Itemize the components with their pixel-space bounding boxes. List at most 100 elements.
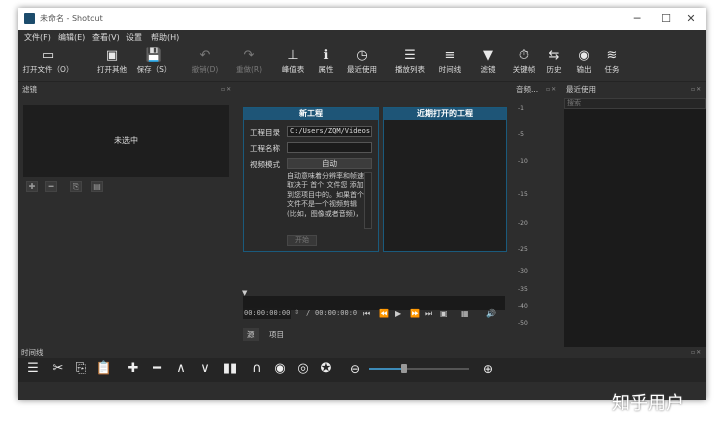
filter-list[interactable]: 未选中 [23,105,229,177]
menu-view[interactable]: 查看(V) [92,32,120,43]
skip-next-icon[interactable]: ⏭ [425,309,432,319]
filters-panel-title: 滤镜 [22,85,37,94]
ripple-all-icon[interactable]: ✪ [316,359,336,379]
add-filter-button[interactable]: ✚ [26,181,38,192]
timeline-zoom-handle[interactable] [401,364,407,373]
toolbar-button[interactable]: ☰ 播放列表 [390,46,430,80]
toolbar-button-label: 撤销(D) [191,65,219,74]
current-timecode[interactable]: 00:00:00:00 [243,308,291,319]
zoom-icon[interactable]: ▣ [440,309,448,318]
timecode-spinner-icon[interactable]: ⇕ [294,309,299,316]
copy-filter-button[interactable]: ⎘ [70,181,82,192]
toolbar-button-label: 保存（S） [136,65,172,74]
skip-previous-icon[interactable]: ⏮ [363,309,370,319]
toolbar-button[interactable]: ▼ 滤镜 [474,46,502,80]
snap-icon[interactable]: ∩ [247,359,267,379]
toolbar-button[interactable]: 💾 保存（S） [134,46,174,80]
new-project-panel: 新工程 工程目录 C:/Users/ZQM/Videos 工程名称 视频模式 自… [243,107,379,252]
toolbar-button-label: 峰值表 [281,65,305,74]
toolbar-button-label: 关键帧 [512,65,536,74]
toolbar-button[interactable]: ▭ 打开文件（O） [22,46,74,80]
recent-list[interactable] [564,109,706,347]
timeline-panel-title: 时间线 [21,348,44,357]
window-title: 未命名 - Shotcut [40,14,103,23]
fast-forward-icon[interactable]: ⏩ [410,309,420,318]
copy-icon[interactable]: ⎘ [71,359,91,379]
menu-icon[interactable]: ☰ [23,359,43,379]
open-other-icon: ▣ [105,48,119,63]
toolbar-button[interactable]: ⊥ 峰值表 [277,46,309,80]
toolbar-button[interactable]: ℹ 属性 [315,46,337,80]
zoom-in-icon[interactable]: ⊕ [478,359,498,379]
meter-tick: -15 [518,191,528,198]
project-dir-label: 工程目录 [250,128,280,137]
overwrite-icon[interactable]: ∨ [195,359,215,379]
remove-filter-button[interactable]: ━ [45,181,57,192]
recent-panel-title: 最近使用 [566,85,596,94]
menu-file[interactable]: 文件(F) [24,32,51,43]
open-file-icon: ▭ [41,48,55,63]
project-name-label: 工程名称 [250,144,280,153]
paste-filter-button[interactable]: ▤ [91,181,103,192]
history-icon: ⇆ [548,48,560,63]
toolbar-button-label: 播放列表 [395,65,425,74]
toolbar-button-label: 属性 [318,65,334,74]
video-mode-label: 视频模式 [250,160,280,169]
toolbar-button[interactable]: ◉ 输出 [571,46,597,80]
recent-search-input[interactable]: 搜索 [564,98,706,109]
minimize-button[interactable]: ─ [622,8,652,30]
timecode-separator: / [306,309,311,317]
toolbar-button[interactable]: ≋ 任务 [600,46,624,80]
toolbar-button-label: 历史 [546,65,562,74]
toolbar-button[interactable]: ↷ 重做(R) [230,46,268,80]
toolbar-button[interactable]: ⇆ 历史 [542,46,566,80]
menu-bar: 文件(F) 编辑(E) 查看(V) 设置 帮助(H) [18,30,706,44]
keyframes-icon: ⏱ [518,48,530,63]
menu-help[interactable]: 帮助(H) [151,32,179,43]
filters-panel-controls[interactable]: ▫✕ [221,86,232,93]
app-window: 未命名 - Shotcut ─ ☐ ✕ 文件(F) 编辑(E) 查看(V) 设置… [18,8,706,400]
close-button[interactable]: ✕ [676,8,706,30]
start-button[interactable]: 开始 [287,235,317,246]
project-dir-field[interactable]: C:/Users/ZQM/Videos [287,126,372,137]
timeline-panel-controls[interactable]: ▫✕ [691,349,702,356]
project-name-field[interactable] [287,142,372,153]
split-icon[interactable]: ▮▮ [220,359,240,379]
cut-icon[interactable]: ✂ [48,359,68,379]
menu-edit[interactable]: 编辑(E) [58,32,85,43]
grid-icon[interactable]: ▦ [461,309,469,318]
undo-icon: ↶ [199,48,211,63]
menu-settings[interactable]: 设置 [126,32,142,43]
meter-tick: -50 [518,320,528,327]
ripple-icon[interactable]: ◎ [293,359,313,379]
lift-icon[interactable]: ∧ [171,359,191,379]
paste-icon[interactable]: 📋 [94,359,114,379]
rewind-icon[interactable]: ⏪ [379,309,389,318]
video-mode-description: 自动意味着分辨率和帧速取决于 首个 文件您 添加 到您项目中的。如果首个文件不是… [287,172,364,218]
remove-icon[interactable]: ━ [147,359,167,379]
recent-icon: ◷ [356,48,368,63]
toolbar-button[interactable]: ⏱ 关键帧 [508,46,540,80]
toolbar-button-label: 打开其他 [97,65,127,74]
toolbar-button[interactable]: ↶ 撤销(D) [186,46,224,80]
toolbar-button[interactable]: ◷ 最近使用 [341,46,383,80]
meter-panel-controls[interactable]: ▫✕ [546,86,557,93]
meter-tick: -25 [518,246,528,253]
scrub-icon[interactable]: ◉ [270,359,290,379]
toolbar-button[interactable]: ▣ 打开其他 [90,46,134,80]
export-icon: ◉ [578,48,590,63]
video-mode-select[interactable]: 自动 [287,158,372,169]
main-toolbar: ▭ 打开文件（O） ▣ 打开其他 💾 保存（S） ↶ 撤销(D) ↷ 重做(R) ⊥ 峰值表 ℹ 属性 ◷ 最… [18,44,706,82]
toolbar-button[interactable]: ≡ 时间线 [432,46,468,80]
append-icon[interactable]: ✚ [123,359,143,379]
no-selection-text: 未选中 [114,136,138,145]
recent-panel-controls[interactable]: ▫✕ [691,86,702,93]
timeline-zoom-fill [369,368,404,370]
play-icon[interactable]: ▶ [395,309,401,318]
duration-timecode: 00:00:00:00 [315,309,357,317]
description-scrollbar[interactable] [364,172,372,229]
tab-project[interactable]: 项目 [265,328,288,341]
zoom-out-icon[interactable]: ⊖ [345,359,365,379]
tab-source[interactable]: 源 [243,328,259,341]
volume-icon[interactable]: 🔊 [486,309,496,318]
